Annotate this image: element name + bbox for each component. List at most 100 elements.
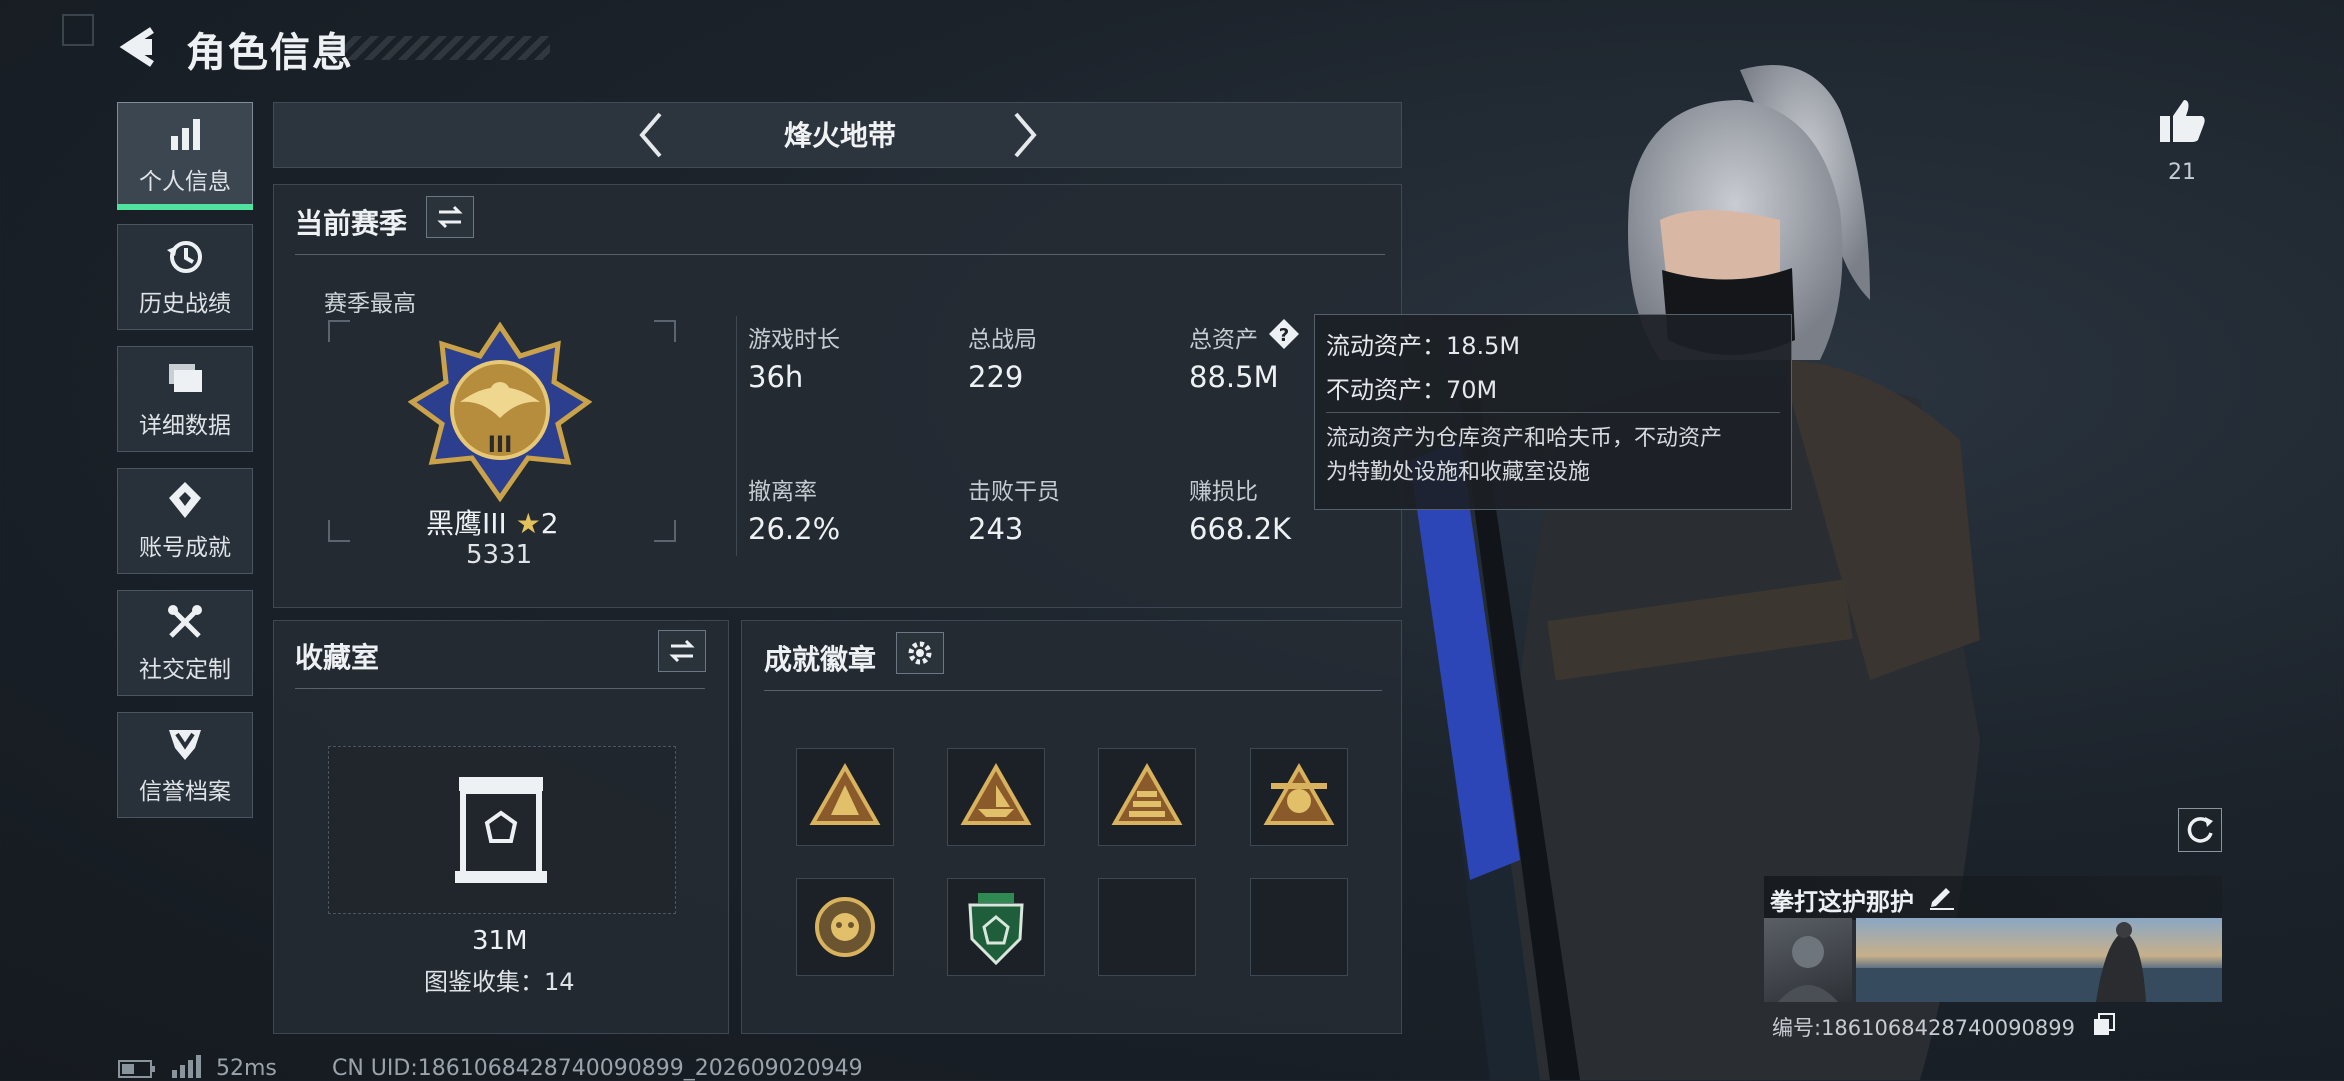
stat-value-total-matches: 229: [968, 360, 1024, 394]
previous-mode-arrow-icon[interactable]: [636, 110, 666, 160]
badge-slot[interactable]: [796, 748, 894, 846]
badge-slot[interactable]: [947, 878, 1045, 976]
sidebar-item-label: 信誉档案: [139, 779, 231, 805]
stat-label-playtime: 游戏时长: [748, 327, 840, 353]
card-number: 编号:1861068428740090899: [1772, 1016, 2075, 1040]
frame-corner: [328, 320, 350, 342]
frame-corner: [654, 520, 676, 542]
sidebar-item-label: 社交定制: [139, 657, 231, 683]
banner-scene: [1856, 922, 2222, 1002]
ping-text: 52ms: [216, 1056, 277, 1081]
divider: [295, 254, 1385, 255]
stat-value-extract-rate: 26.2%: [748, 512, 841, 546]
badges-title: 成就徽章: [764, 643, 877, 676]
like-count: 21: [2168, 160, 2196, 185]
stat-label-total-matches: 总战局: [968, 327, 1037, 353]
card-player-name: 拳打这护那护: [1770, 888, 1914, 916]
active-indicator: [117, 204, 253, 210]
tooltip-fixed-assets: 不动资产：70M: [1326, 376, 1498, 404]
stats-divider: [736, 316, 737, 556]
tooltip-description-line-2: 为特勤处设施和收藏室设施: [1326, 460, 1591, 485]
green-shield-badge-icon: [968, 893, 1024, 966]
sidebar-item-label: 个人信息: [139, 169, 231, 195]
stat-label-profit-ratio: 赚损比: [1189, 479, 1258, 505]
sidebar-item-label: 详细数据: [139, 413, 231, 439]
rank-points: 5331: [466, 540, 533, 570]
gold-pyramid-badge-icon: [1111, 762, 1183, 825]
black-hawk-rank-emblem-icon: III: [408, 322, 592, 502]
tooltip-divider: [1326, 412, 1780, 413]
frame-corner: [328, 520, 350, 542]
stat-value-total-assets: 88.5M: [1189, 360, 1279, 394]
rank-name-row: 黑鹰III ★2: [426, 502, 559, 542]
bar-chart-icon: [171, 119, 200, 150]
stat-value-playtime: 36h: [748, 360, 804, 394]
gold-round-emblem-icon: [815, 897, 875, 957]
card-banner-image[interactable]: [1856, 918, 2222, 1002]
thumbs-up-icon[interactable]: [2158, 98, 2206, 144]
refresh-icon: [2187, 817, 2213, 843]
badge-slot[interactable]: [796, 878, 894, 976]
stat-value-profit-ratio: 668.2K: [1189, 512, 1292, 546]
gold-triangle-badge-icon: [809, 762, 881, 825]
swap-icon: [437, 205, 463, 229]
refresh-button[interactable]: [2178, 808, 2222, 852]
collection-title: 收藏室: [295, 641, 380, 674]
copy-icon[interactable]: [2092, 1012, 2116, 1036]
sidebar-item-label: 账号成就: [139, 535, 231, 561]
badge-slot[interactable]: [1098, 748, 1196, 846]
edit-pencil-icon[interactable]: [1928, 882, 1956, 910]
help-question-icon[interactable]: ?: [1268, 318, 1300, 350]
gold-ship-badge-icon: [960, 762, 1032, 825]
sidebar-item-history[interactable]: 历史战绩: [117, 224, 253, 330]
uid-text: CN UID:1861068428740090899_202609020949: [332, 1056, 863, 1081]
collection-display-frame[interactable]: [328, 746, 676, 914]
collection-switch-button[interactable]: [658, 630, 706, 672]
back-arrow-icon[interactable]: [118, 26, 160, 68]
season-title: 当前赛季: [295, 207, 408, 240]
sidebar-item-personal-info[interactable]: 个人信息: [117, 102, 253, 208]
tooltip-liquid-assets: 流动资产：18.5M: [1326, 332, 1521, 360]
sidebar-item-achievements[interactable]: 账号成就: [117, 468, 253, 574]
empty-badge-slot[interactable]: [1098, 878, 1196, 976]
svg-text:III: III: [488, 433, 513, 458]
badges-settings-button[interactable]: [896, 632, 944, 674]
svg-text:?: ?: [1279, 325, 1289, 346]
swap-icon: [669, 639, 695, 663]
season-switch-button[interactable]: [426, 196, 474, 238]
divider: [764, 690, 1382, 691]
card-avatar-image[interactable]: [1764, 918, 1852, 1002]
rank-stars: 2: [540, 507, 559, 540]
stat-label-kills: 击败干员: [968, 479, 1060, 505]
stat-label-total-assets: 总资产: [1189, 327, 1258, 353]
rank-name: 黑鹰III: [426, 507, 507, 540]
page-title: 角色信息: [186, 30, 354, 76]
badge-slot[interactable]: [947, 748, 1045, 846]
battery-icon: [118, 1060, 155, 1078]
empty-badge-slot[interactable]: [1250, 878, 1348, 976]
folder-icon: [169, 364, 202, 392]
sidebar-item-details[interactable]: 详细数据: [117, 346, 253, 452]
codex-count: 图鉴收集：14: [424, 968, 575, 996]
sidebar-item-reputation[interactable]: 信誉档案: [117, 712, 253, 818]
portrait-icon: [1778, 936, 1838, 1002]
mode-title: 烽火地带: [783, 119, 896, 152]
divider: [295, 688, 705, 689]
title-hatch-decoration: [320, 36, 550, 60]
signal-icon: [172, 1055, 201, 1078]
history-clock-icon: [167, 241, 202, 273]
next-mode-arrow-icon[interactable]: [1010, 110, 1040, 160]
frame-corner: [654, 320, 676, 342]
stat-value-kills: 243: [968, 512, 1024, 546]
badge-slot[interactable]: [1250, 748, 1348, 846]
stat-label-extract-rate: 撤离率: [748, 479, 817, 505]
sidebar-item-label: 历史战绩: [139, 291, 231, 317]
sidebar-item-social[interactable]: 社交定制: [117, 590, 253, 696]
shield-icon: [169, 730, 201, 760]
gear-icon: [908, 641, 932, 665]
tools-icon: [168, 605, 202, 638]
achievement-icon: [169, 482, 201, 518]
collection-value: 31M: [472, 926, 528, 956]
gold-skull-badge-icon: [1263, 762, 1335, 825]
tooltip-description-line-1: 流动资产为仓库资产和哈夫币，不动资产: [1326, 426, 1723, 451]
